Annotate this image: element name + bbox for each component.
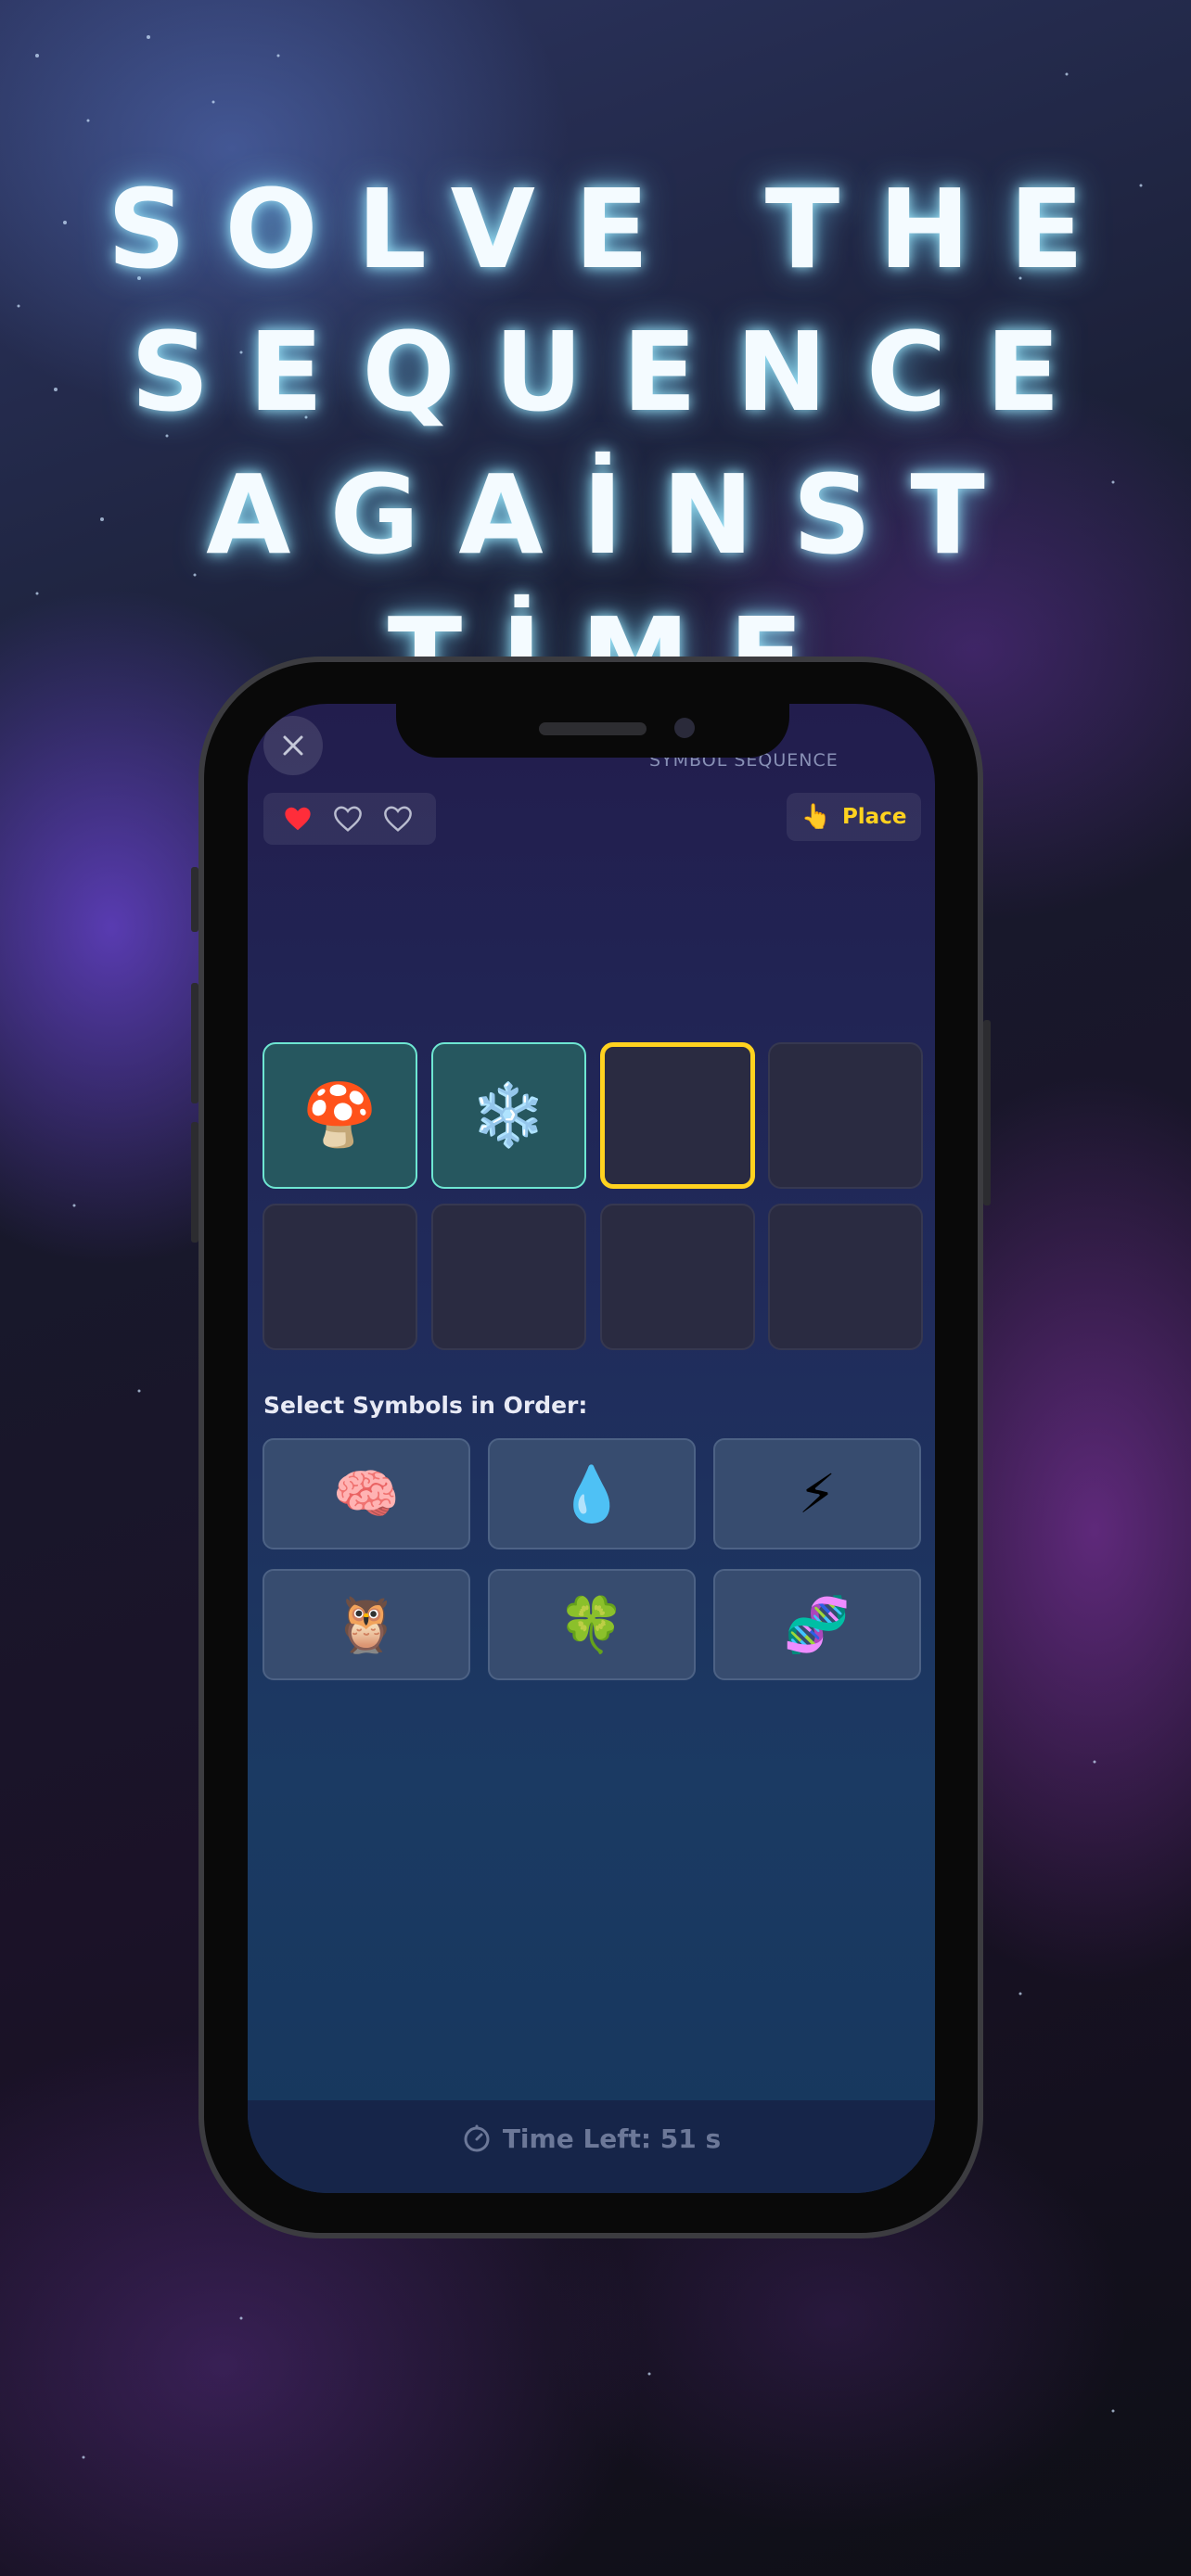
sequence-slot[interactable] (768, 1204, 923, 1350)
phone-volume-down (191, 1122, 198, 1243)
sequence-slot[interactable]: ❄️ (431, 1042, 586, 1189)
front-camera (674, 718, 695, 738)
sequence-slot[interactable] (600, 1204, 755, 1350)
heart-icon (384, 806, 412, 832)
sequence-slot[interactable] (768, 1042, 923, 1189)
speaker-grille (539, 722, 647, 735)
sequence-slot[interactable] (431, 1204, 586, 1350)
select-symbols-label: Select Symbols in Order: (263, 1392, 588, 1419)
phone-power-button (983, 1020, 991, 1205)
symbol-button-droplet[interactable]: 💧 (488, 1438, 696, 1549)
symbol-button-dna[interactable]: 🧬 (713, 1569, 921, 1680)
sequence-slot[interactable] (600, 1042, 755, 1189)
phone-notch (396, 704, 789, 758)
headline-line-1: SOLVE THE (107, 165, 1123, 293)
heart-icon (334, 806, 362, 832)
symbol-button-brain[interactable]: 🧠 (263, 1438, 470, 1549)
symbol-button-lightning[interactable]: ⚡ (713, 1438, 921, 1549)
pointing-hand-icon: 👆 (800, 803, 831, 831)
time-left-label: Time Left: 51 s (502, 2123, 722, 2154)
lives-indicator (263, 793, 436, 845)
app-screen: er SYMBOL SEQUENCE 👆 Place 🍄 ❄️ Select S… (248, 704, 935, 2193)
symbol-button-four-leaf-clover[interactable]: 🍀 (488, 1569, 696, 1680)
stopwatch-icon (464, 2124, 490, 2152)
place-button-label: Place (841, 805, 907, 829)
phone-volume-up (191, 983, 198, 1103)
sequence-slot[interactable] (263, 1204, 417, 1350)
place-button[interactable]: 👆 Place (787, 793, 921, 841)
timer-bar: Time Left: 51 s (248, 2100, 935, 2193)
promo-headline: SOLVE THE SEQUENCE AGAİNST TİME (0, 158, 1191, 729)
heart-icon (285, 807, 311, 831)
close-button[interactable] (263, 716, 323, 775)
headline-line-2: SEQUENCE (130, 308, 1100, 436)
close-icon (283, 735, 303, 756)
phone-side-button (191, 867, 198, 932)
sequence-slot[interactable]: 🍄 (263, 1042, 417, 1189)
symbol-button-owl[interactable]: 🦉 (263, 1569, 470, 1680)
